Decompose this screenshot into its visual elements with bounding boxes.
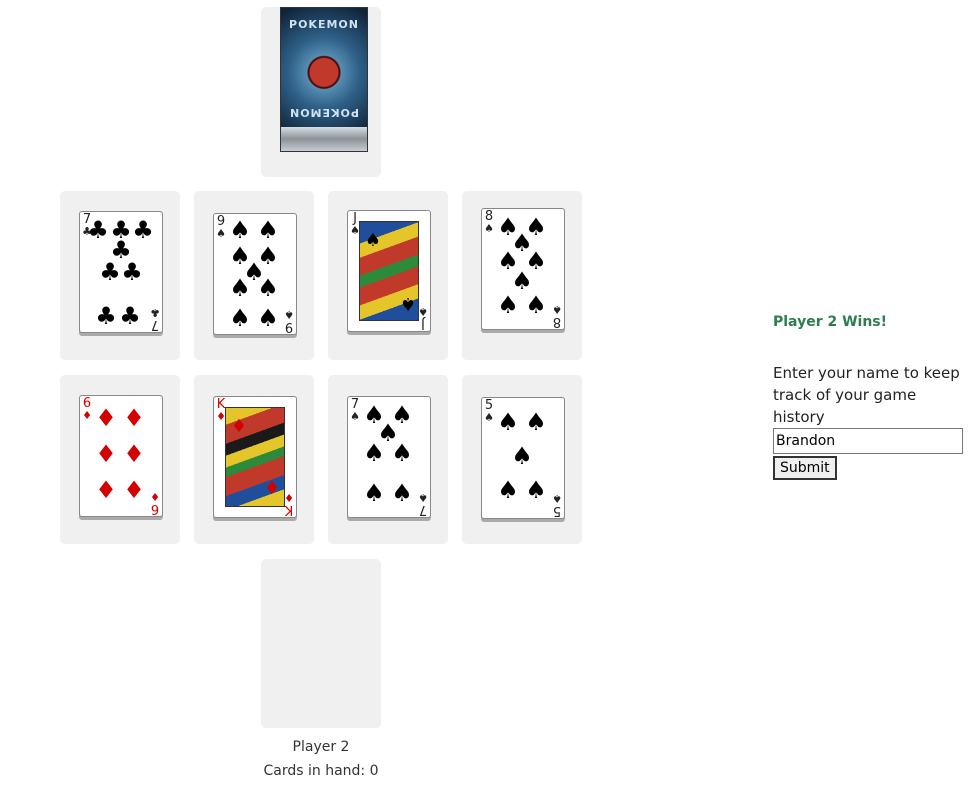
suit-pip: ♠ <box>497 476 519 504</box>
suit-pip: ♠ <box>257 304 279 332</box>
submit-button[interactable]: Submit <box>773 456 837 480</box>
suit-pip: ♠ <box>525 476 547 504</box>
side-panel: Player 2 Wins! Enter your name to keep t… <box>773 312 973 480</box>
table-slot-1: 7 ♣ ♣ ♣ ♣ ♣ ♣ ♣ ♣ ♣ 7 ♣ <box>60 191 180 360</box>
table-slot-2: 9 ♠ ♠ ♠ ♠ ♠ ♠ ♠ ♠ ♠ ♠ 9 ♠ <box>194 191 314 360</box>
player-name: Player 2 <box>292 739 350 755</box>
playing-card[interactable]: K ♦ ♦ ♦ K ♦ <box>213 396 297 518</box>
deck-card-back[interactable]: POKEMON POKEMON <box>280 7 368 152</box>
table-slot-6: K ♦ ♦ ♦ K ♦ <box>194 375 314 544</box>
card-rank: 5 <box>552 503 562 518</box>
suit-pip: ♦ <box>123 404 145 432</box>
suit-pip: ♠ <box>497 291 519 319</box>
card-suit: ♠ <box>484 222 494 235</box>
suit-pip: ♠ <box>391 479 413 507</box>
suit-pip: ♠ <box>497 408 519 436</box>
playing-card[interactable]: 7 ♣ ♣ ♣ ♣ ♣ ♣ ♣ ♣ ♣ 7 ♣ <box>79 211 163 333</box>
suit-pip: ♠ <box>525 291 547 319</box>
suit-pip: ♦ <box>230 416 248 437</box>
suit-pip: ♦ <box>95 404 117 432</box>
cards-in-hand: Cards in hand: 0 <box>263 763 379 779</box>
suit-pip: ♠ <box>511 442 533 470</box>
suit-pip: ♣ <box>132 216 154 244</box>
suit-pip: ♠ <box>257 216 279 244</box>
card-suit: ♠ <box>350 410 360 423</box>
playing-card[interactable]: 5 ♠ ♠ ♠ ♠ ♠ ♠ 5 ♠ <box>481 397 565 519</box>
card-corner-bottom: 5 ♠ <box>551 492 563 518</box>
suit-pip: ♣ <box>121 258 143 286</box>
card-rank: 7 <box>150 317 160 332</box>
card-suit: ♦ <box>284 491 294 504</box>
card-suit: ♠ <box>484 411 494 424</box>
card-suit: ♠ <box>418 491 428 504</box>
table-slot-5: 6 ♦ ♦ ♦ ♦ ♦ ♦ ♦ 6 ♦ <box>60 375 180 544</box>
card-rank: 8 <box>552 314 562 329</box>
table-slot-8: 5 ♠ ♠ ♠ ♠ ♠ ♠ 5 ♠ <box>462 375 582 544</box>
deck-top-label: POKEMON <box>289 18 359 31</box>
name-prompt: Enter your name to keep track of your ga… <box>773 364 960 426</box>
suit-pip: ♠ <box>511 267 533 295</box>
card-suit: ♣ <box>150 306 160 319</box>
table-slot-3: J ♠ ♠ ♠ J ♠ <box>328 191 448 360</box>
suit-pip: ♠ <box>364 230 382 251</box>
win-message: Player 2 Wins! <box>773 314 888 330</box>
suit-pip: ♦ <box>95 476 117 504</box>
deck-foil-strip <box>281 127 367 151</box>
card-suit: ♠ <box>216 227 226 240</box>
card-rank: J <box>421 316 425 331</box>
suit-pip: ♦ <box>123 476 145 504</box>
suit-pip: ♣ <box>99 258 121 286</box>
card-corner-top: 9 ♠ <box>215 215 227 240</box>
card-rank: 9 <box>284 319 294 334</box>
suit-pip: ♠ <box>391 439 413 467</box>
card-suit: ♠ <box>418 305 428 318</box>
playing-card[interactable]: 7 ♠ ♠ ♠ ♠ ♠ ♠ ♠ ♠ 7 ♠ <box>347 396 431 518</box>
suit-pip: ♠ <box>363 479 385 507</box>
card-corner-bottom: 6 ♦ <box>149 490 161 516</box>
card-corner-bottom: 7 ♣ <box>149 306 161 332</box>
card-rank: 6 <box>150 501 160 516</box>
table-slot-4: 8 ♠ ♠ ♠ ♠ ♠ ♠ ♠ ♠ ♠ 8 ♠ <box>462 191 582 360</box>
card-rank: 7 <box>418 502 428 517</box>
player-hand-slot <box>261 559 381 728</box>
card-rank: K <box>284 502 294 517</box>
suit-pip: ♠ <box>525 408 547 436</box>
suit-pip: ♦ <box>95 440 117 468</box>
card-suit: ♠ <box>552 492 562 505</box>
playing-card[interactable]: J ♠ ♠ ♠ J ♠ <box>347 210 431 332</box>
suit-pip: ♦ <box>263 478 281 499</box>
suit-pip: ♠ <box>229 216 251 244</box>
card-corner-bottom: 7 ♠ <box>417 491 429 517</box>
card-corner-top: 8 ♠ <box>483 210 495 235</box>
card-corner-top: 5 ♠ <box>483 399 495 424</box>
suit-pip: ♠ <box>363 439 385 467</box>
suit-pip: ♠ <box>229 274 251 302</box>
card-corner-bottom: K ♦ <box>283 491 295 517</box>
suit-pip: ♣ <box>87 216 109 244</box>
playing-card[interactable]: 9 ♠ ♠ ♠ ♠ ♠ ♠ ♠ ♠ ♠ ♠ 9 ♠ <box>213 213 297 335</box>
suit-pip: ♣ <box>119 302 141 330</box>
playing-card[interactable]: 8 ♠ ♠ ♠ ♠ ♠ ♠ ♠ ♠ ♠ 8 ♠ <box>481 208 565 330</box>
suit-pip: ♠ <box>257 274 279 302</box>
suit-pip: ♦ <box>123 440 145 468</box>
card-corner-bottom: J ♠ <box>417 305 429 331</box>
card-suit: ♠ <box>552 303 562 316</box>
suit-pip: ♣ <box>95 302 117 330</box>
card-suit: ♦ <box>150 490 160 503</box>
playing-card[interactable]: 6 ♦ ♦ ♦ ♦ ♦ ♦ ♦ 6 ♦ <box>79 395 163 517</box>
card-corner-bottom: 9 ♠ <box>283 308 295 334</box>
deck-bottom-label: POKEMON <box>289 106 359 119</box>
card-corner-top: 7 ♠ <box>349 398 361 423</box>
card-suit: ♦ <box>82 409 92 422</box>
deck-slot: POKEMON POKEMON <box>261 7 381 177</box>
name-input[interactable] <box>773 428 963 454</box>
card-corner-top: 6 ♦ <box>81 397 93 422</box>
card-corner-bottom: 8 ♠ <box>551 303 563 329</box>
table-slot-7: 7 ♠ ♠ ♠ ♠ ♠ ♠ ♠ ♠ 7 ♠ <box>328 375 448 544</box>
suit-pip: ♠ <box>229 304 251 332</box>
card-suit: ♠ <box>284 308 294 321</box>
